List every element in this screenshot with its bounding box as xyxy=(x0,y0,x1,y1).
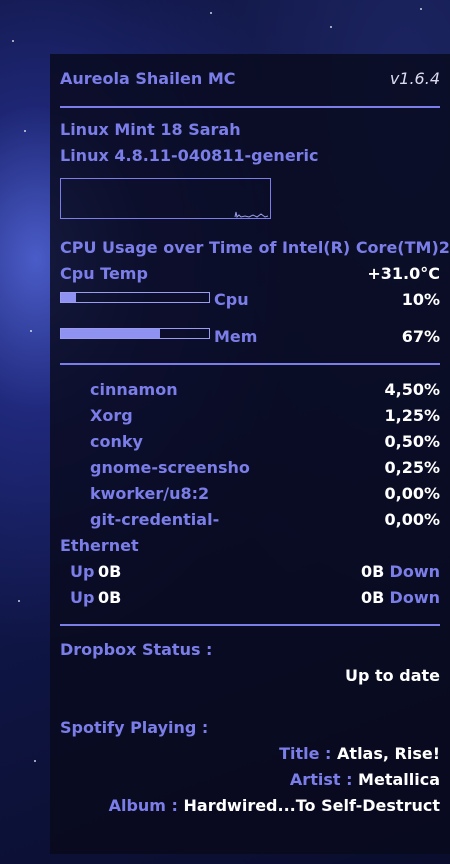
spotify-album-value: Hardwired...To Self-Destruct xyxy=(183,796,440,815)
process-name: kworker/u8:2 xyxy=(90,484,210,503)
cpu-label: Cpu xyxy=(214,290,249,309)
spotify-album-label: Album : xyxy=(108,796,178,815)
star xyxy=(18,600,20,602)
cpu-temp-value: +31.0°C xyxy=(367,264,440,283)
version-label: v1.6.4 xyxy=(389,69,440,88)
net-up-value: 0B xyxy=(98,562,122,581)
process-value: 0,00% xyxy=(384,510,440,529)
process-value: 0,50% xyxy=(384,432,440,451)
mem-bar xyxy=(60,328,210,339)
mem-bar-fill xyxy=(61,329,161,338)
star xyxy=(330,26,332,28)
dropbox-label: Dropbox Status : xyxy=(60,640,213,659)
process-value: 0,00% xyxy=(384,484,440,503)
star xyxy=(12,40,14,42)
cpu-graph-label: CPU Usage over Time of Intel(R) Core(TM)… xyxy=(60,238,450,257)
ethernet-label: Ethernet xyxy=(60,536,139,555)
process-name: cinnamon xyxy=(90,380,178,399)
star xyxy=(30,330,32,332)
star xyxy=(420,8,422,10)
widget-title: Aureola Shailen MC xyxy=(60,69,236,88)
cpu-graph-line xyxy=(234,211,269,219)
process-name: conky xyxy=(90,432,143,451)
conky-panel: Aureola Shailen MC v1.6.4 Linux Mint 18 … xyxy=(50,54,450,854)
cpu-temp-label: Cpu Temp xyxy=(60,264,148,283)
net-down-value: 0B xyxy=(361,562,385,581)
net-down-label: Down xyxy=(389,588,440,607)
cpu-usage-graph xyxy=(60,178,271,219)
distro-label: Linux Mint 18 Sarah xyxy=(60,120,241,139)
cpu-graph-svg xyxy=(234,211,269,219)
spotify-artist-label: Artist : xyxy=(289,770,353,789)
star xyxy=(24,130,26,132)
star xyxy=(34,760,36,762)
process-name: gnome-screensho xyxy=(90,458,250,477)
mem-label: Mem xyxy=(214,327,258,346)
spotify-title-row: Title : Atlas, Rise! xyxy=(279,744,440,764)
divider xyxy=(60,624,440,626)
spotify-label: Spotify Playing : xyxy=(60,718,209,737)
net-up-value: 0B xyxy=(98,588,122,607)
cpu-bar-fill xyxy=(61,293,76,302)
net-up-label: Up xyxy=(70,588,95,607)
spotify-artist-value: Metallica xyxy=(358,770,440,789)
net-up-label: Up xyxy=(70,562,95,581)
cpu-value: 10% xyxy=(401,290,440,309)
net-down-label: Down xyxy=(389,562,440,581)
cpu-bar xyxy=(60,292,210,303)
dropbox-status: Up to date xyxy=(345,666,440,685)
spotify-title-value: Atlas, Rise! xyxy=(337,744,440,763)
spotify-artist-row: Artist : Metallica xyxy=(290,770,440,790)
process-value: 4,50% xyxy=(384,380,440,399)
process-name: Xorg xyxy=(90,406,133,425)
net-down-value: 0B xyxy=(361,588,385,607)
spotify-title-label: Title : xyxy=(279,744,332,763)
divider xyxy=(60,363,440,365)
process-value: 0,25% xyxy=(384,458,440,477)
process-value: 1,25% xyxy=(384,406,440,425)
star xyxy=(210,12,212,14)
spotify-album-row: Album : Hardwired...To Self-Destruct xyxy=(109,796,440,816)
divider xyxy=(60,106,440,108)
process-name: git-credential- xyxy=(90,510,220,529)
mem-value: 67% xyxy=(401,327,440,346)
kernel-label: Linux 4.8.11-040811-generic xyxy=(60,146,319,165)
